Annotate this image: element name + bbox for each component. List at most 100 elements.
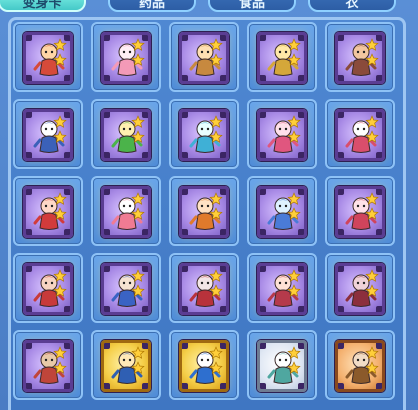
card-corner bbox=[260, 75, 266, 81]
transform-card[interactable] bbox=[179, 340, 229, 392]
star-icon bbox=[365, 207, 379, 220]
card-corner bbox=[260, 383, 266, 389]
card-corner bbox=[26, 75, 32, 81]
star-icon bbox=[209, 284, 223, 297]
star-icon bbox=[287, 269, 301, 282]
tab-medicine[interactable]: 药品 bbox=[108, 0, 196, 12]
inventory-slot[interactable] bbox=[91, 176, 161, 246]
inventory-slot[interactable] bbox=[247, 99, 317, 169]
transform-card[interactable] bbox=[101, 186, 151, 238]
transform-card[interactable] bbox=[335, 340, 385, 392]
card-corner bbox=[338, 75, 344, 81]
inventory-slot[interactable] bbox=[91, 99, 161, 169]
card-corner bbox=[260, 306, 266, 312]
card-corner bbox=[182, 229, 188, 235]
inventory-slot[interactable] bbox=[325, 22, 395, 92]
star-icon bbox=[287, 192, 301, 205]
card-corner bbox=[26, 35, 32, 41]
transform-card[interactable] bbox=[101, 340, 151, 392]
inventory-slot[interactable] bbox=[247, 176, 317, 246]
card-corner bbox=[182, 266, 188, 272]
transform-card[interactable] bbox=[335, 32, 385, 84]
tab-bar: 变身卡 药品 食品 衣 bbox=[0, 0, 418, 16]
star-icon bbox=[131, 38, 145, 51]
inventory-slot[interactable] bbox=[169, 330, 239, 400]
transform-card[interactable] bbox=[257, 32, 307, 84]
star-rating bbox=[365, 269, 379, 298]
card-corner bbox=[26, 189, 32, 195]
transform-card[interactable] bbox=[23, 186, 73, 238]
star-icon bbox=[209, 346, 223, 359]
transform-card[interactable] bbox=[335, 109, 385, 161]
inventory-slot[interactable] bbox=[169, 176, 239, 246]
star-icon bbox=[131, 53, 145, 66]
star-icon bbox=[209, 361, 223, 374]
transform-card[interactable] bbox=[179, 186, 229, 238]
inventory-slot[interactable] bbox=[325, 176, 395, 246]
star-rating bbox=[287, 192, 301, 221]
transform-card[interactable] bbox=[257, 263, 307, 315]
transform-card[interactable] bbox=[335, 186, 385, 238]
star-rating bbox=[53, 269, 67, 298]
transform-card[interactable] bbox=[101, 263, 151, 315]
transform-card[interactable] bbox=[101, 109, 151, 161]
card-corner bbox=[104, 229, 110, 235]
star-icon bbox=[365, 115, 379, 128]
card-corner bbox=[104, 35, 110, 41]
star-icon bbox=[365, 130, 379, 143]
transform-card[interactable] bbox=[23, 109, 73, 161]
card-corner bbox=[104, 266, 110, 272]
tab-food[interactable]: 食品 bbox=[208, 0, 296, 12]
transform-card[interactable] bbox=[257, 340, 307, 392]
inventory-slot[interactable] bbox=[247, 22, 317, 92]
inventory-slot[interactable] bbox=[247, 253, 317, 323]
inventory-slot[interactable] bbox=[247, 330, 317, 400]
inventory-slot[interactable] bbox=[13, 330, 83, 400]
transform-card[interactable] bbox=[257, 186, 307, 238]
card-corner bbox=[104, 383, 110, 389]
inventory-slot[interactable] bbox=[91, 253, 161, 323]
inventory-slot[interactable] bbox=[169, 22, 239, 92]
inventory-slot[interactable] bbox=[13, 99, 83, 169]
inventory-slot[interactable] bbox=[325, 99, 395, 169]
star-icon bbox=[209, 207, 223, 220]
transform-card[interactable] bbox=[179, 32, 229, 84]
transform-card[interactable] bbox=[23, 263, 73, 315]
star-rating bbox=[287, 115, 301, 144]
inventory-slot[interactable] bbox=[13, 176, 83, 246]
card-corner bbox=[104, 152, 110, 158]
transform-card[interactable] bbox=[23, 340, 73, 392]
card-corner bbox=[26, 343, 32, 349]
transform-card[interactable] bbox=[179, 263, 229, 315]
inventory-slot[interactable] bbox=[169, 99, 239, 169]
star-icon bbox=[209, 269, 223, 282]
star-icon bbox=[365, 38, 379, 51]
transform-card[interactable] bbox=[101, 32, 151, 84]
transform-card[interactable] bbox=[257, 109, 307, 161]
tab-clothing[interactable]: 衣 bbox=[308, 0, 396, 12]
card-corner bbox=[338, 152, 344, 158]
inventory-slot[interactable] bbox=[325, 330, 395, 400]
star-icon bbox=[365, 192, 379, 205]
inventory-slot[interactable] bbox=[169, 253, 239, 323]
star-icon bbox=[131, 361, 145, 374]
inventory-slot[interactable] bbox=[91, 330, 161, 400]
star-icon bbox=[53, 361, 67, 374]
star-rating bbox=[365, 115, 379, 144]
card-corner bbox=[338, 306, 344, 312]
inventory-slot[interactable] bbox=[13, 22, 83, 92]
transform-card[interactable] bbox=[335, 263, 385, 315]
card-corner bbox=[260, 152, 266, 158]
star-icon bbox=[53, 192, 67, 205]
star-rating bbox=[131, 115, 145, 144]
inventory-grid bbox=[13, 22, 395, 400]
star-rating bbox=[131, 192, 145, 221]
inventory-slot[interactable] bbox=[91, 22, 161, 92]
star-rating bbox=[131, 38, 145, 67]
tab-transform-card[interactable]: 变身卡 bbox=[0, 0, 86, 12]
inventory-slot[interactable] bbox=[325, 253, 395, 323]
transform-card[interactable] bbox=[23, 32, 73, 84]
star-rating bbox=[53, 192, 67, 221]
transform-card[interactable] bbox=[179, 109, 229, 161]
inventory-slot[interactable] bbox=[13, 253, 83, 323]
